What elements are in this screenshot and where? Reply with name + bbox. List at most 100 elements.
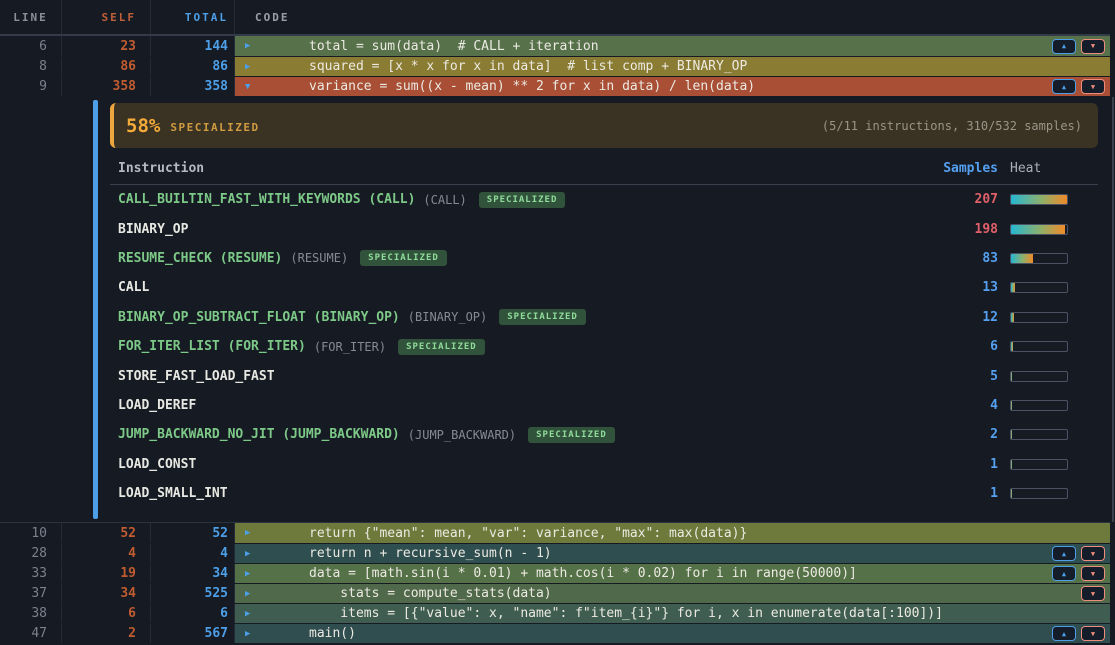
code-source-text: squared = [x * x for x in data] # list c… bbox=[309, 59, 1105, 74]
expand-row-icon[interactable]: ▶ bbox=[245, 569, 259, 579]
expand-row-icon[interactable]: ▶ bbox=[245, 549, 259, 559]
row-move-controls: ▼ bbox=[1081, 586, 1105, 601]
heat-bar-track bbox=[1010, 341, 1068, 352]
instruction-sample-count: 2 bbox=[910, 427, 1010, 442]
move-down-button[interactable]: ▼ bbox=[1081, 39, 1105, 54]
heat-bar-fill bbox=[1011, 225, 1065, 234]
row-move-controls: ▲▼ bbox=[1052, 626, 1105, 641]
code-line-row[interactable]: 9358358▼variance = sum((x - mean) ** 2 f… bbox=[0, 76, 1110, 96]
instruction-sample-count: 83 bbox=[910, 251, 1010, 266]
self-samples-cell: 86 bbox=[62, 57, 151, 76]
total-samples-cell: 525 bbox=[151, 584, 235, 603]
heat-bar-fill bbox=[1011, 489, 1012, 498]
instruction-base-opname: (FOR_ITER) bbox=[314, 340, 386, 354]
code-cell: ▶return n + recursive_sum(n - 1)▲▼ bbox=[235, 544, 1110, 563]
code-line-row[interactable]: 88686▶squared = [x * x for x in data] # … bbox=[0, 56, 1110, 76]
instruction-opname: LOAD_CONST bbox=[118, 457, 196, 472]
code-line-row[interactable]: 2844▶return n + recursive_sum(n - 1)▲▼ bbox=[0, 543, 1110, 563]
expand-row-icon[interactable]: ▶ bbox=[245, 609, 259, 619]
expand-row-icon[interactable]: ▶ bbox=[245, 62, 259, 72]
self-samples-cell: 52 bbox=[62, 523, 151, 543]
row-move-controls: ▲▼ bbox=[1052, 566, 1105, 581]
total-samples-cell: 4 bbox=[151, 544, 235, 563]
instruction-row: LOAD_DEREF4 bbox=[110, 391, 1098, 420]
heat-bar-fill bbox=[1011, 195, 1067, 204]
line-number-cell: 37 bbox=[0, 584, 62, 603]
heat-bar-fill bbox=[1011, 283, 1015, 292]
instruction-detail-section: 58% SPECIALIZED (5/11 instructions, 310/… bbox=[0, 97, 1115, 522]
row-move-controls: ▲▼ bbox=[1052, 39, 1105, 54]
heat-bar-cell bbox=[1010, 253, 1098, 264]
collapse-row-icon[interactable]: ▼ bbox=[245, 82, 259, 92]
heat-bar-fill bbox=[1011, 254, 1033, 263]
instruction-sample-count: 4 bbox=[910, 398, 1010, 413]
heat-bar-cell bbox=[1010, 400, 1098, 411]
instruction-name: LOAD_DEREF bbox=[110, 398, 910, 413]
expand-row-icon[interactable]: ▶ bbox=[245, 528, 259, 538]
move-down-button[interactable]: ▼ bbox=[1081, 546, 1105, 561]
hot-lines-table-bottom: 105252▶return {"mean": mean, "var": vari… bbox=[0, 522, 1110, 643]
instruction-row: FOR_ITER_LIST (FOR_ITER)(FOR_ITER)SPECIA… bbox=[110, 332, 1098, 361]
code-source-text: stats = compute_stats(data) bbox=[309, 586, 1081, 601]
code-line-row[interactable]: 472567▶main()▲▼ bbox=[0, 623, 1110, 643]
total-samples-cell: 86 bbox=[151, 57, 235, 76]
heat-bar-cell bbox=[1010, 371, 1098, 382]
code-line-row[interactable]: 331934▶data = [math.sin(i * 0.01) + math… bbox=[0, 563, 1110, 583]
line-number-cell: 8 bbox=[0, 57, 62, 76]
heat-bar-track bbox=[1010, 459, 1068, 470]
specialized-badge: SPECIALIZED bbox=[528, 427, 615, 443]
move-down-button[interactable]: ▼ bbox=[1081, 79, 1105, 94]
heat-bar-cell bbox=[1010, 341, 1098, 352]
heat-column-header: Heat bbox=[1010, 161, 1098, 176]
instruction-row: BINARY_OP_SUBTRACT_FLOAT (BINARY_OP)(BIN… bbox=[110, 303, 1098, 332]
instruction-sample-count: 198 bbox=[910, 222, 1010, 237]
code-heat-band: ▶ items = [{"value": x, "name": f"item_{… bbox=[235, 604, 1110, 623]
expand-row-icon[interactable]: ▶ bbox=[245, 41, 259, 51]
code-line-row[interactable]: 105252▶return {"mean": mean, "var": vari… bbox=[0, 523, 1110, 543]
row-move-controls: ▲▼ bbox=[1052, 79, 1105, 94]
instruction-name: CALL bbox=[110, 280, 910, 295]
instruction-row: CALL_BUILTIN_FAST_WITH_KEYWORDS (CALL)(C… bbox=[110, 185, 1098, 214]
move-up-button[interactable]: ▲ bbox=[1052, 79, 1076, 94]
move-down-button[interactable]: ▼ bbox=[1081, 626, 1105, 641]
code-line-row[interactable]: 623144▶total = sum(data) # CALL + iterat… bbox=[0, 36, 1110, 56]
expand-row-icon[interactable]: ▶ bbox=[245, 589, 259, 599]
instruction-opname: BINARY_OP bbox=[118, 222, 188, 237]
code-line-row[interactable]: 3866▶ items = [{"value": x, "name": f"it… bbox=[0, 603, 1110, 623]
samples-column-header[interactable]: Samples bbox=[910, 161, 1010, 176]
heat-bar-track bbox=[1010, 253, 1068, 264]
code-cell: ▶ squared = [x * x for x in data] # list … bbox=[235, 57, 1110, 76]
instruction-row: STORE_FAST_LOAD_FAST5 bbox=[110, 361, 1098, 390]
instruction-table-header: Instruction Samples Heat bbox=[110, 152, 1098, 185]
instruction-row: RESUME_CHECK (RESUME)(RESUME)SPECIALIZED… bbox=[110, 244, 1098, 273]
instruction-base-opname: (JUMP_BACKWARD) bbox=[408, 428, 516, 442]
instruction-name: CALL_BUILTIN_FAST_WITH_KEYWORDS (CALL)(C… bbox=[110, 192, 910, 208]
code-source-text: items = [{"value": x, "name": f"item_{i}… bbox=[309, 606, 1105, 621]
code-source-text: total = sum(data) # CALL + iteration bbox=[309, 39, 1052, 54]
scrollbar[interactable] bbox=[1112, 97, 1114, 522]
move-up-button[interactable]: ▲ bbox=[1052, 566, 1076, 581]
code-source-text: data = [math.sin(i * 0.01) + math.cos(i … bbox=[309, 566, 1052, 581]
specialized-badge: SPECIALIZED bbox=[499, 309, 586, 325]
move-up-button[interactable]: ▲ bbox=[1052, 39, 1076, 54]
instruction-sample-count: 12 bbox=[910, 310, 1010, 325]
instruction-name: RESUME_CHECK (RESUME)(RESUME)SPECIALIZED bbox=[110, 250, 910, 266]
instruction-row: JUMP_BACKWARD_NO_JIT (JUMP_BACKWARD) (JUM… bbox=[110, 420, 1098, 449]
total-samples-cell: 34 bbox=[151, 564, 235, 583]
instruction-base-opname: (CALL) bbox=[423, 193, 466, 207]
total-samples-cell: 567 bbox=[151, 624, 235, 643]
move-up-button[interactable]: ▲ bbox=[1052, 626, 1076, 641]
move-down-button[interactable]: ▼ bbox=[1081, 566, 1105, 581]
expand-row-icon[interactable]: ▶ bbox=[245, 629, 259, 639]
code-cell: ▶main()▲▼ bbox=[235, 624, 1110, 643]
instruction-opname: JUMP_BACKWARD_NO_JIT (JUMP_BACKWARD) bbox=[118, 427, 400, 442]
instruction-column-header: Instruction bbox=[110, 161, 910, 176]
column-header-code: CODE bbox=[235, 0, 1110, 34]
instruction-opname: CALL bbox=[118, 280, 149, 295]
instruction-name: LOAD_CONST bbox=[110, 457, 910, 472]
code-line-row[interactable]: 3734525▶ stats = compute_stats(data)▼ bbox=[0, 583, 1110, 603]
move-up-button[interactable]: ▲ bbox=[1052, 546, 1076, 561]
move-down-button[interactable]: ▼ bbox=[1081, 586, 1105, 601]
instruction-name: LOAD_SMALL_INT bbox=[110, 486, 910, 501]
code-heat-band: ▶ stats = compute_stats(data)▼ bbox=[235, 584, 1110, 603]
